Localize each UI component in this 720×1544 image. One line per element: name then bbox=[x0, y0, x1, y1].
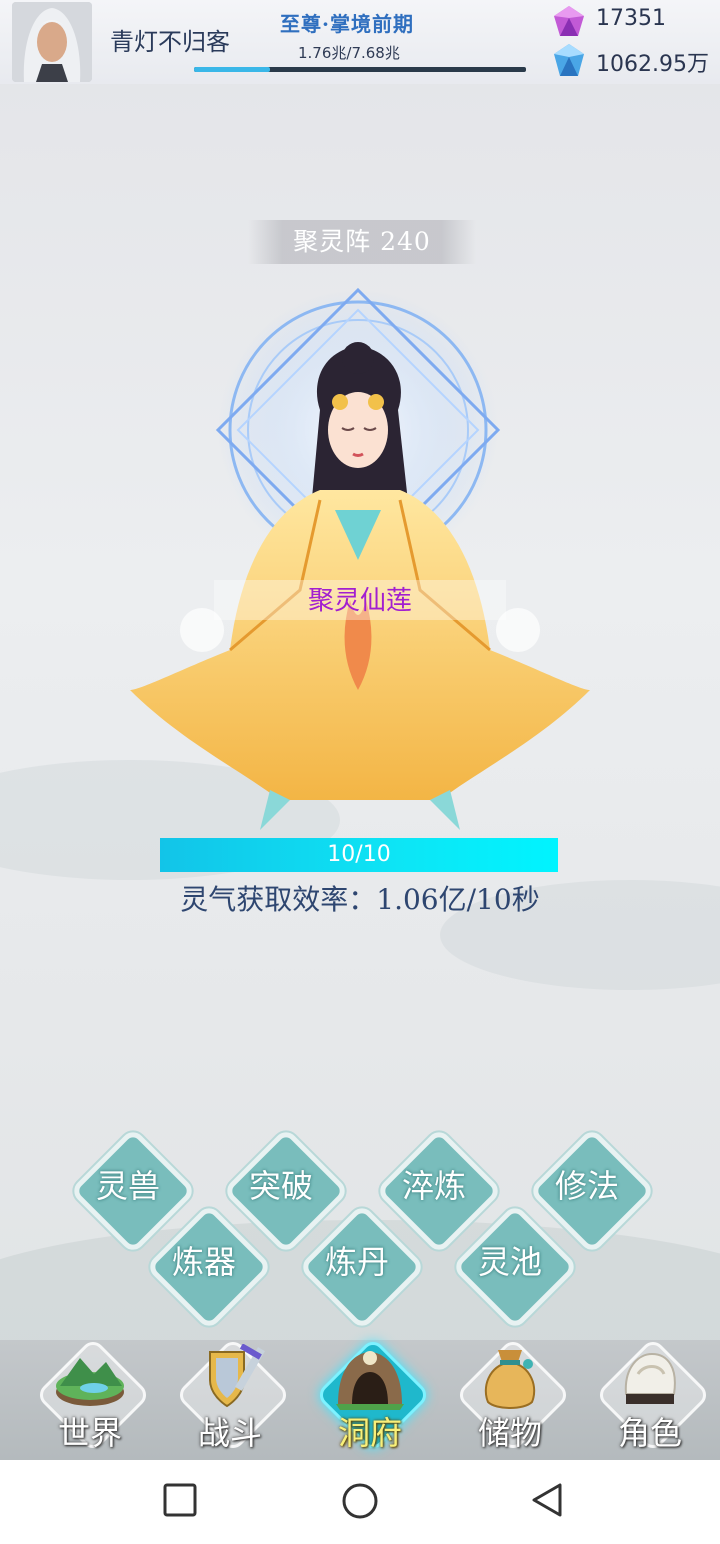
spirit-pool-button[interactable]: 灵池 bbox=[451, 1203, 579, 1331]
recent-apps-icon[interactable] bbox=[162, 1482, 198, 1518]
nav-cave-label: 洞府 bbox=[337, 1414, 402, 1452]
nav-battle[interactable]: 战斗 bbox=[170, 1337, 291, 1460]
bottom-navigation: 世界 战斗 洞府 储物 角色 bbox=[0, 1337, 720, 1460]
blue-crystal-icon bbox=[552, 42, 586, 82]
nav-character[interactable]: 角色 bbox=[590, 1337, 711, 1460]
crystal-count: 1062.95万 bbox=[596, 52, 709, 77]
purple-gem-icon bbox=[552, 4, 586, 42]
lotus-fairy-character[interactable] bbox=[120, 270, 600, 840]
home-icon[interactable] bbox=[341, 1482, 379, 1520]
nav-storage[interactable]: 储物 bbox=[450, 1337, 571, 1460]
bag-icon bbox=[484, 1350, 536, 1409]
world-island-icon bbox=[56, 1358, 124, 1406]
nav-character-label: 角色 bbox=[617, 1414, 682, 1452]
formation-progress-bar: 10/10 bbox=[160, 838, 558, 872]
nav-storage-label: 储物 bbox=[477, 1414, 542, 1452]
realm-title: 至尊·掌境前期 bbox=[280, 12, 414, 36]
nav-cave[interactable]: 洞府 bbox=[310, 1337, 431, 1460]
formation-title: 聚灵阵 240 bbox=[248, 220, 476, 264]
nav-world-label: 世界 bbox=[57, 1414, 122, 1452]
formation-progress-text: 10/10 bbox=[327, 842, 391, 867]
gem-count: 17351 bbox=[596, 6, 666, 31]
player-avatar[interactable] bbox=[12, 2, 92, 82]
experience-bar bbox=[194, 67, 526, 72]
back-icon[interactable] bbox=[530, 1482, 566, 1518]
top-status-bar: 青灯不归客 至尊·掌境前期 1.76兆/7.68兆 17351 1062.95万 bbox=[0, 0, 720, 84]
player-name: 青灯不归客 bbox=[110, 28, 230, 56]
experience-bar-fill bbox=[194, 67, 271, 72]
spirit-gain-rate: 灵气获取效率：1.06亿/10秒 bbox=[180, 883, 540, 916]
experience-text: 1.76兆/7.68兆 bbox=[298, 44, 400, 62]
nav-battle-label: 战斗 bbox=[197, 1414, 262, 1452]
forge-equipment-button[interactable]: 炼器 bbox=[145, 1203, 273, 1331]
helmet-icon bbox=[624, 1352, 676, 1404]
lotus-name: 聚灵仙莲 bbox=[307, 586, 412, 616]
nav-world[interactable]: 世界 bbox=[30, 1337, 151, 1460]
alchemy-button[interactable]: 炼丹 bbox=[298, 1203, 426, 1331]
cave-icon bbox=[336, 1351, 404, 1410]
sword-shield-icon bbox=[209, 1344, 265, 1408]
